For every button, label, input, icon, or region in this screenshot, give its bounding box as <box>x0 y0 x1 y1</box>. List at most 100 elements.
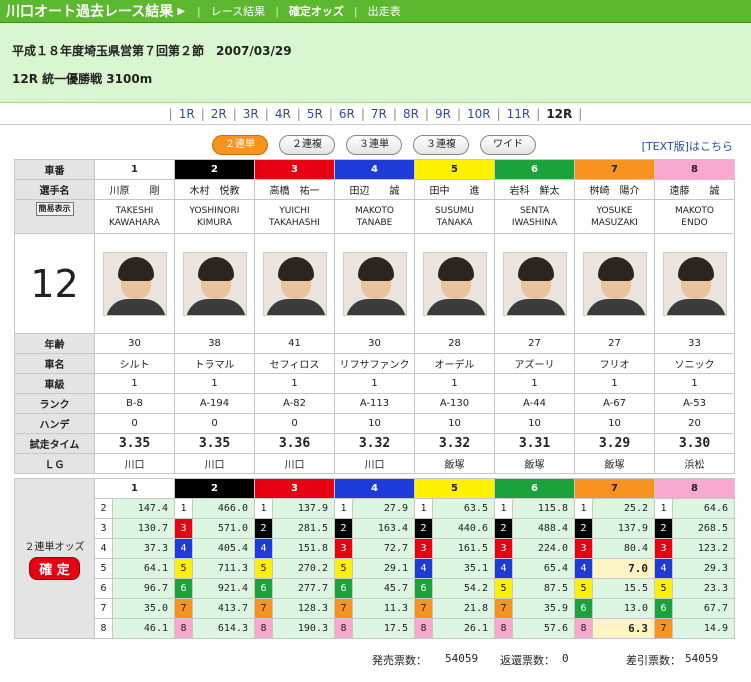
nav-link-race-result[interactable]: レース結果 <box>205 3 271 19</box>
racer-name-en-first: YOSUKE <box>596 205 633 216</box>
row-racer-name-en: 簡易表示 TAKESHI KAWAHARA YOSHINORI KIMURA YUICHI… <box>14 199 735 234</box>
race-link-2R[interactable]: 2R <box>205 107 233 121</box>
tab-trifecta[interactable]: ３連単 <box>346 135 402 155</box>
row-label-car-class: 車級 <box>14 373 95 394</box>
odds-second-place-number: 2 <box>574 518 593 539</box>
race-link-11R[interactable]: 11R <box>501 107 537 121</box>
handicap-cell: 10 <box>334 413 415 434</box>
odds-second-place-number: 6 <box>254 578 273 599</box>
meeting-title: 平成１８年度埼玉県営第７回第２節 2007/03/29 <box>12 44 292 58</box>
odds-type-tabs: ２連単 ２連複 ３連単 ３連複 ワイド [TEXT版]はこちら <box>0 135 751 157</box>
race-link-4R[interactable]: 4R <box>269 107 297 121</box>
exacta-odds-table: ２連単オッズ確 定 1 2 3 4 5 6 7 8 2 147.4 1 466.0 1 137.9 1 27.9… <box>14 478 735 639</box>
top-navigation-bar: 川口オート過去レース結果 ▶ | レース結果 | 確定オッズ | 出走表 <box>0 0 751 23</box>
odds-value: 488.4 <box>512 518 575 539</box>
racer-name-en-first: MAKOTO <box>355 205 394 216</box>
odds-value: 46.1 <box>112 618 175 639</box>
racer-photo <box>582 251 647 316</box>
odds-value: 6.3 <box>592 618 655 639</box>
race-link-5R[interactable]: 5R <box>301 107 329 121</box>
racer-photo <box>502 251 567 316</box>
nav-link-entry-list[interactable]: 出走表 <box>362 3 407 19</box>
car-class-cell: 1 <box>94 373 175 394</box>
age-cell: 30 <box>94 333 175 354</box>
race-link-12R[interactable]: 12R <box>540 107 578 121</box>
age-cell: 27 <box>574 333 655 354</box>
odds-value: 27.9 <box>352 498 415 519</box>
trial-time-cell: 3.35 <box>94 433 175 454</box>
car-name-cell: ソニック <box>654 353 735 374</box>
photo-shoulders <box>185 298 246 315</box>
tab-wide[interactable]: ワイド <box>480 135 536 155</box>
row-trial-time: 試走タイム 3.35 3.35 3.36 3.32 3.32 3.31 3.29 3.30 <box>14 433 735 454</box>
tab-exacta[interactable]: ２連単 <box>212 135 268 155</box>
odds-value: 35.0 <box>112 598 175 619</box>
odds-value: 14.9 <box>672 618 735 639</box>
odds-second-place-number: 1 <box>654 498 673 519</box>
odds-second-place-number: 4 <box>94 538 113 559</box>
odds-value: 35.9 <box>512 598 575 619</box>
site-title: 川口オート過去レース結果 <box>6 4 174 20</box>
odds-second-place-number: 2 <box>494 518 513 539</box>
row-car-number: 車番 1 2 3 4 5 6 7 8 <box>14 159 735 180</box>
race-link-3R[interactable]: 3R <box>237 107 265 121</box>
odds-second-place-number: 3 <box>334 538 353 559</box>
odds-second-place-number: 7 <box>334 598 353 619</box>
odds-second-place-number: 7 <box>414 598 433 619</box>
racer-name-en-last: ENDO <box>681 217 708 228</box>
racer-photo-cell <box>494 233 575 334</box>
odds-value: 80.4 <box>592 538 655 559</box>
home-track-cell: 川口 <box>94 453 175 474</box>
racer-name-en-cell: SENTA IWASHINA <box>494 199 575 234</box>
odds-second-place-number: 8 <box>254 618 273 639</box>
racer-name-en-cell: MAKOTO ENDO <box>654 199 735 234</box>
race-link-8R[interactable]: 8R <box>397 107 425 121</box>
race-title: 12R 統一優勝戦 3100m <box>12 72 153 86</box>
race-link-7R[interactable]: 7R <box>365 107 393 121</box>
home-track-cell: 川口 <box>334 453 415 474</box>
odds-value: 17.5 <box>352 618 415 639</box>
odds-second-place-number: 2 <box>94 498 113 519</box>
tab-trio[interactable]: ３連複 <box>413 135 469 155</box>
odds-second-place-number: 4 <box>574 558 593 579</box>
racer-photo <box>182 251 247 316</box>
race-link-10R[interactable]: 10R <box>461 107 497 121</box>
text-version-link[interactable]: [TEXT版]はこちら <box>642 138 733 154</box>
car-number-cell: 2 <box>174 159 255 180</box>
handicap-cell: 0 <box>174 413 255 434</box>
display-mode-select[interactable]: 簡易表示 <box>35 202 74 216</box>
nav-link-final-odds[interactable]: 確定オッズ <box>283 3 350 19</box>
race-link-1R[interactable]: 1R <box>173 107 201 121</box>
trial-time-cell: 3.31 <box>494 433 575 454</box>
odds-header-row: ２連単オッズ確 定12345678 <box>14 478 735 639</box>
odds-value: 224.0 <box>512 538 575 559</box>
race-link-9R[interactable]: 9R <box>429 107 457 121</box>
home-track-cell: 飯塚 <box>494 453 575 474</box>
odds-second-place-number: 1 <box>334 498 353 519</box>
odds-value: 921.4 <box>192 578 255 599</box>
tab-quinella[interactable]: ２連複 <box>279 135 335 155</box>
odds-first-place-header: 7 <box>574 478 655 499</box>
racer-name-en-last: KAWAHARA <box>109 217 160 228</box>
row-label-car-number: 車番 <box>14 159 95 180</box>
odds-value: 21.8 <box>432 598 495 619</box>
row-label-handicap: ハンデ <box>14 413 95 434</box>
refund-tickets-label: 返還票数： <box>500 654 555 667</box>
age-cell: 38 <box>174 333 255 354</box>
odds-row: 2 147.4 1 466.0 1 137.9 1 27.9 1 63.5 1 115.8 1 25.2 1… <box>15 498 735 519</box>
sold-tickets-label: 発売票数： <box>372 654 427 667</box>
odds-value: 466.0 <box>192 498 255 519</box>
odds-value: 29.1 <box>352 558 415 579</box>
racer-photo-cell <box>414 233 495 334</box>
handicap-cell: 10 <box>414 413 495 434</box>
odds-value: 123.2 <box>672 538 735 559</box>
racer-photo-cell <box>94 233 175 334</box>
trial-time-cell: 3.35 <box>174 433 255 454</box>
race-link-6R[interactable]: 6R <box>333 107 361 121</box>
odds-value: 7.0 <box>592 558 655 579</box>
row-photos: 12 <box>14 233 735 334</box>
odds-second-place-number: 6 <box>334 578 353 599</box>
row-label-home-track: ＬＧ <box>14 453 95 474</box>
odds-value: 161.5 <box>432 538 495 559</box>
home-track-cell: 川口 <box>174 453 255 474</box>
